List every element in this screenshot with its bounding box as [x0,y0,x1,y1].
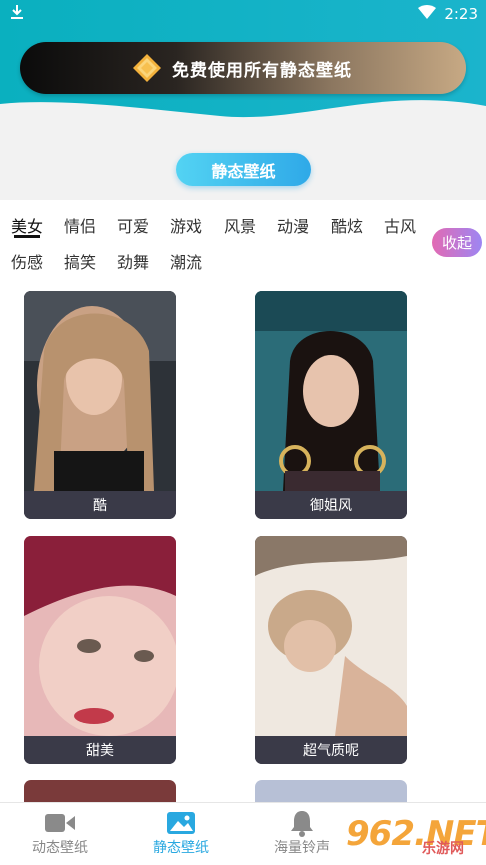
wallpaper-card[interactable]: 御姐风 [255,291,407,519]
wallpaper-caption: 御姐风 [255,491,407,519]
nav-label: 海量铃声 [274,840,330,856]
wallpaper-grid: 酷 御姐风 甜美 超气质呢 [0,278,486,802]
tab-youxi[interactable]: 游戏 [170,213,202,237]
watermark-sub: 乐游网 [422,841,464,857]
status-time: 2:23 [444,5,478,23]
wifi-icon [418,5,436,19]
status-bar: 2:23 [0,0,486,26]
tab-dongman[interactable]: 动漫 [277,213,309,237]
wallpaper-caption: 超气质呢 [255,736,407,764]
tab-meinv[interactable]: 美女 [11,213,43,237]
wallpaper-image [24,536,176,736]
wallpaper-card-partial[interactable] [24,780,176,802]
tab-gufeng[interactable]: 古风 [384,213,416,237]
tab-qinglv[interactable]: 情侣 [64,213,96,237]
wallpaper-card[interactable]: 超气质呢 [255,536,407,764]
wallpaper-image [255,536,407,736]
nav-label: 动态壁纸 [32,840,88,856]
wallpaper-card[interactable]: 酷 [24,291,176,519]
wallpaper-caption: 甜美 [24,736,176,764]
nav-label: 静态壁纸 [153,840,209,856]
video-icon [45,814,75,832]
nav-static-wallpaper[interactable]: 静态壁纸 [121,809,241,857]
bell-icon [291,811,313,837]
collapse-button[interactable]: 收起 [432,228,482,257]
tab-keai[interactable]: 可爱 [117,213,149,237]
wallpaper-card[interactable]: 甜美 [24,536,176,764]
tab-shanggan[interactable]: 伤感 [11,249,43,273]
wallpaper-caption: 酷 [24,491,176,519]
image-icon [167,812,195,834]
nav-ringtones[interactable]: 海量铃声 [242,809,362,857]
section-title: 静态壁纸 [176,153,311,186]
watermark-logo: 962.NET [346,814,486,854]
tab-chaoliu[interactable]: 潮流 [170,249,202,273]
tab-jinwu[interactable]: 劲舞 [117,249,149,273]
premium-banner[interactable]: 免费使用所有静态壁纸 [20,42,466,94]
site-watermark: 962.NET 乐游网 [346,808,486,860]
tab-gaoxiao[interactable]: 搞笑 [64,249,96,273]
banner-text: 免费使用所有静态壁纸 [172,61,352,81]
download-icon [11,5,23,19]
tab-fengjing[interactable]: 风景 [224,213,256,237]
nav-dynamic-wallpaper[interactable]: 动态壁纸 [0,809,120,857]
wallpaper-image [24,291,176,491]
wallpaper-image [255,291,407,491]
diamond-icon [133,54,161,82]
active-tab-underline [14,235,40,238]
wallpaper-card-partial[interactable] [255,780,407,802]
tab-kuxuan[interactable]: 酷炫 [331,213,363,237]
